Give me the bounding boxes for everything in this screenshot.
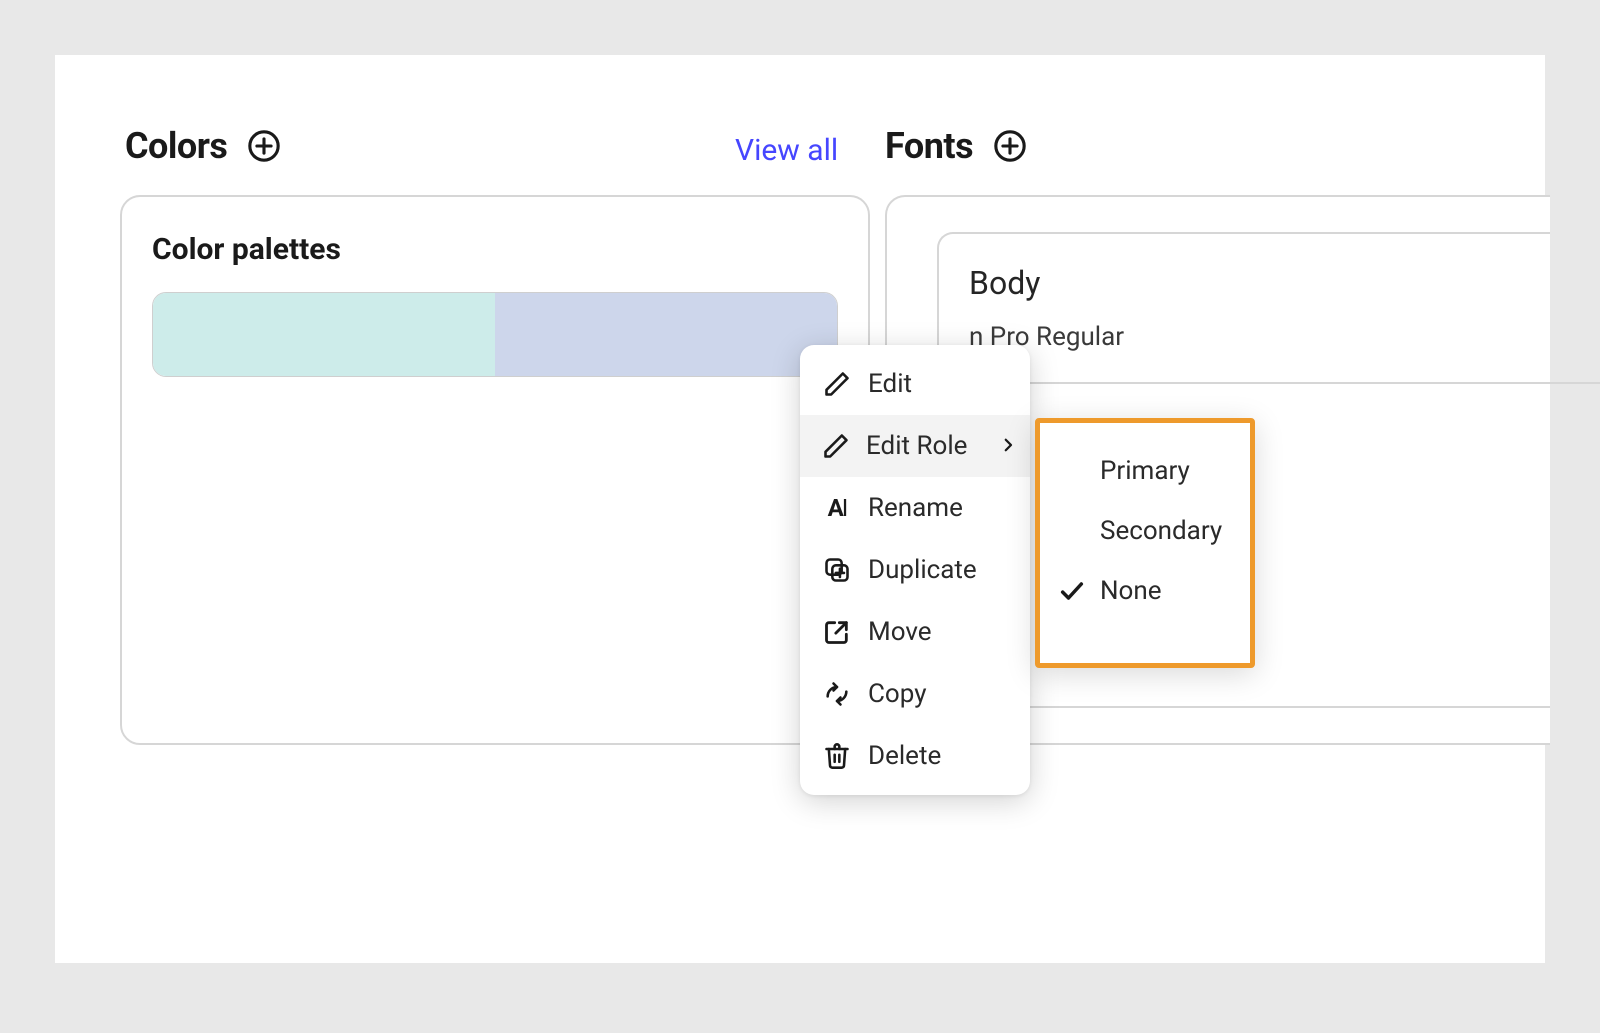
menu-item-rename[interactable]: AI Rename bbox=[800, 477, 1030, 539]
menu-item-move[interactable]: Move bbox=[800, 601, 1030, 663]
menu-item-copy[interactable]: Copy bbox=[800, 663, 1030, 725]
palette-swatch[interactable] bbox=[495, 293, 837, 376]
palette-swatch[interactable] bbox=[153, 293, 495, 376]
chevron-right-icon bbox=[999, 431, 1017, 461]
view-all-link[interactable]: View all bbox=[735, 133, 838, 168]
color-palettes-title: Color palettes bbox=[152, 232, 838, 267]
fonts-section-header: Fonts bbox=[885, 125, 1029, 167]
font-name: n Pro Regular bbox=[969, 322, 1520, 352]
edit-role-submenu: Primary Secondary None bbox=[1035, 418, 1255, 668]
menu-label: Duplicate bbox=[868, 555, 977, 585]
menu-label: Rename bbox=[868, 493, 963, 523]
colors-title: Colors bbox=[125, 125, 227, 167]
menu-item-delete[interactable]: Delete bbox=[800, 725, 1030, 787]
pencil-icon bbox=[822, 431, 850, 461]
plus-circle-icon bbox=[247, 129, 281, 163]
role-option-none[interactable]: None bbox=[1040, 561, 1250, 621]
role-label: Primary bbox=[1100, 456, 1190, 486]
menu-label: Edit Role bbox=[866, 431, 967, 461]
colors-card: Color palettes bbox=[120, 195, 870, 745]
context-menu: Edit Edit Role AI Rename bbox=[800, 345, 1030, 795]
fonts-title: Fonts bbox=[885, 125, 973, 167]
menu-label: Delete bbox=[868, 741, 941, 771]
add-font-button[interactable] bbox=[991, 127, 1029, 165]
role-option-primary[interactable]: Primary bbox=[1040, 441, 1250, 501]
add-color-button[interactable] bbox=[245, 127, 283, 165]
menu-item-edit[interactable]: Edit bbox=[800, 353, 1030, 415]
text-cursor-icon: AI bbox=[822, 493, 852, 523]
copy-icon bbox=[822, 679, 852, 709]
pencil-icon bbox=[822, 369, 852, 399]
role-option-secondary[interactable]: Secondary bbox=[1040, 501, 1250, 561]
plus-circle-icon bbox=[993, 129, 1027, 163]
app-panel: Colors View all Fonts Color palettes bbox=[55, 55, 1545, 963]
menu-label: Copy bbox=[868, 679, 927, 709]
duplicate-icon bbox=[822, 555, 852, 585]
role-label: None bbox=[1100, 576, 1162, 606]
role-label: Secondary bbox=[1100, 516, 1222, 546]
menu-item-duplicate[interactable]: Duplicate bbox=[800, 539, 1030, 601]
menu-label: Move bbox=[868, 617, 932, 647]
check-icon bbox=[1058, 577, 1100, 605]
trash-icon bbox=[822, 741, 852, 771]
external-link-icon bbox=[822, 617, 852, 647]
menu-item-edit-role[interactable]: Edit Role bbox=[800, 415, 1030, 477]
colors-section-header: Colors bbox=[125, 125, 283, 167]
color-palette-row[interactable] bbox=[152, 292, 838, 377]
font-role-label: Body bbox=[969, 264, 1520, 302]
menu-label: Edit bbox=[868, 369, 912, 399]
